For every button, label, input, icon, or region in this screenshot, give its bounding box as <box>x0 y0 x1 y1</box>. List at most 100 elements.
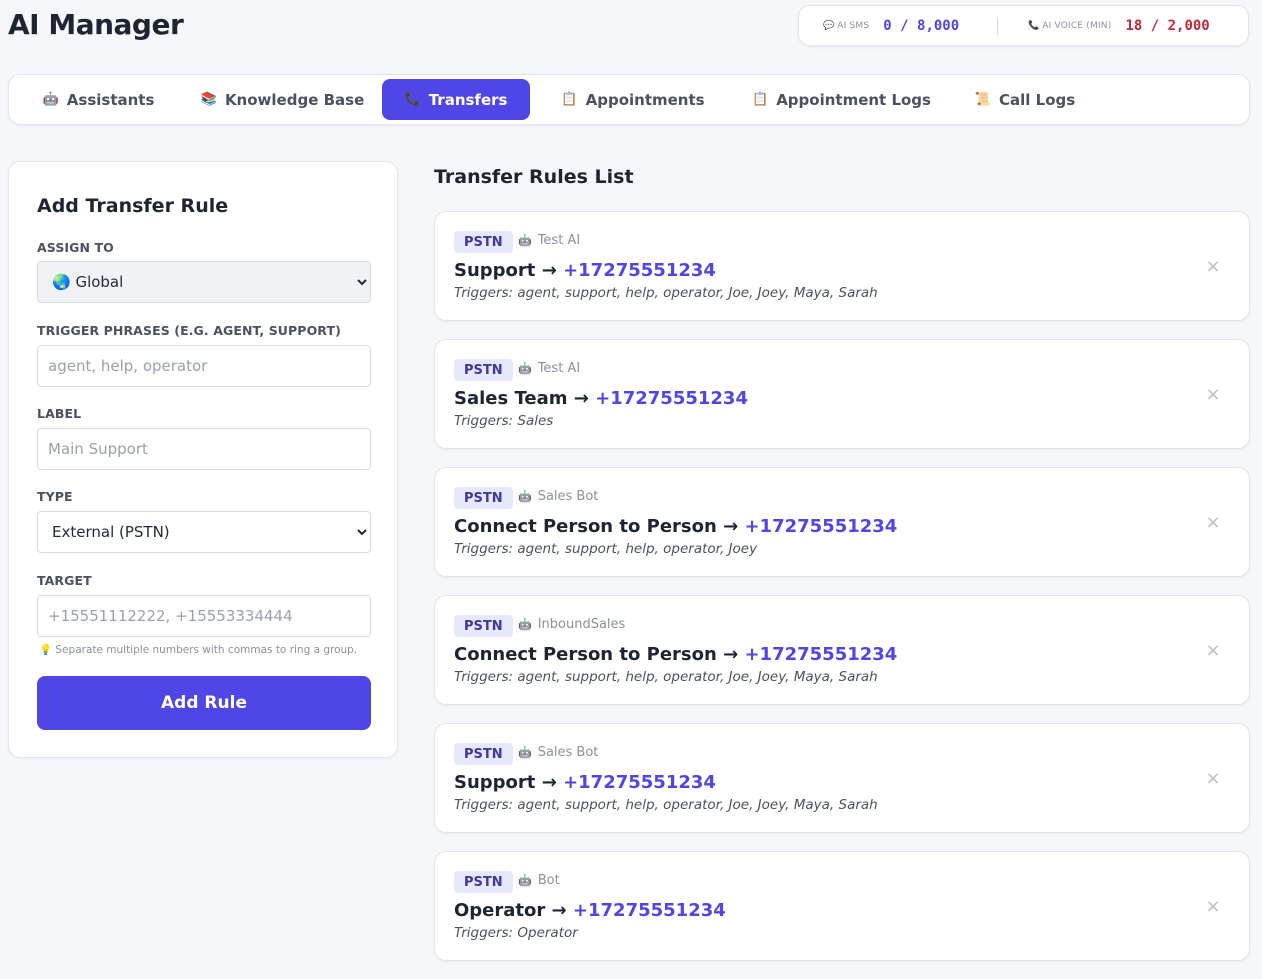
rule-type-badge: PSTN <box>454 487 513 509</box>
tab-knowledge-base[interactable]: 📚 Knowledge Base <box>192 79 373 120</box>
rule-summary: Connect Person to Person → +17275551234 <box>454 644 897 665</box>
rule-label: Sales Team <box>454 388 568 409</box>
voice-usage: 📞 AI VOICE (MIN) 18 / 2,000 <box>998 6 1210 45</box>
delete-rule-close-icon[interactable]: × <box>1205 768 1221 789</box>
rule-triggers-value: Operator <box>517 925 578 941</box>
transfer-rule-card: PSTN 🤖 Test AI Sales Team → +17275551234 Tri… <box>434 339 1250 449</box>
rule-triggers-value: agent, support, help, operator, Joe, Joe… <box>517 669 878 685</box>
robot-icon: 🤖 <box>518 746 532 759</box>
rule-triggers-value: agent, support, help, operator, Joey <box>517 541 758 557</box>
rule-assistant-name: Bot <box>537 873 560 888</box>
rule-summary: Sales Team → +17275551234 <box>454 388 748 409</box>
rule-label: Support <box>454 772 536 793</box>
phone-icon: 📞 <box>404 92 421 107</box>
rule-label: Connect Person to Person <box>454 516 717 537</box>
rule-triggers-prefix: Triggers: <box>454 541 514 557</box>
arrow-icon: → <box>541 260 557 281</box>
rule-summary: Connect Person to Person → +17275551234 <box>454 516 897 537</box>
arrow-icon: → <box>551 900 567 921</box>
rule-triggers-prefix: Triggers: <box>454 797 514 813</box>
target-input[interactable] <box>37 595 371 637</box>
rule-summary: Support → +17275551234 <box>454 260 716 281</box>
robot-icon: 🤖 <box>518 618 532 631</box>
delete-rule-close-icon[interactable]: × <box>1205 256 1221 277</box>
rule-triggers-prefix: Triggers: <box>454 669 514 685</box>
scroll-icon: 📜 <box>974 92 991 107</box>
assign-to-label: Assign To <box>37 240 114 255</box>
rule-triggers-prefix: Triggers: <box>454 413 514 429</box>
rule-triggers-value: agent, support, help, operator, Joe, Joe… <box>517 285 878 301</box>
tab-call-logs[interactable]: 📜 Call Logs <box>971 79 1079 120</box>
target-label: Target <box>37 573 92 588</box>
assign-to-select[interactable]: 🌏 Global <box>37 261 371 303</box>
transfer-rule-card: PSTN 🤖 InboundSales Connect Person to Perso… <box>434 595 1250 705</box>
type-label: Type <box>37 489 73 504</box>
rule-summary: Operator → +17275551234 <box>454 900 726 921</box>
rule-target: +17275551234 <box>563 772 716 793</box>
rule-target: +17275551234 <box>744 644 898 665</box>
transfer-rule-card: PSTN 🤖 Sales Bot Connect Person to Person →… <box>434 467 1250 577</box>
delete-rule-close-icon[interactable]: × <box>1205 384 1221 405</box>
trigger-phrases-input[interactable] <box>37 345 371 387</box>
arrow-icon: → <box>723 644 739 665</box>
rule-target: +17275551234 <box>572 900 726 921</box>
tab-label: Assistants <box>66 90 155 109</box>
rule-triggers: Triggers: agent, support, help, operator… <box>454 285 878 301</box>
sms-usage: 💬 AI SMS 0 / 8,000 <box>799 6 997 45</box>
tab-label: Call Logs <box>999 90 1076 109</box>
rule-assistant: 🤖 Test AI <box>518 233 580 248</box>
clipboard-icon: 📋 <box>561 92 578 107</box>
arrow-icon: → <box>573 388 589 409</box>
rule-assistant: 🤖 Sales Bot <box>518 489 598 504</box>
app-title: AI Manager <box>8 8 184 41</box>
transfer-rule-card: PSTN 🤖 Bot Operator → +17275551234 Triggers:… <box>434 851 1250 961</box>
rule-assistant: 🤖 Bot <box>518 873 560 888</box>
delete-rule-close-icon[interactable]: × <box>1205 640 1221 661</box>
rule-target: +17275551234 <box>744 516 898 537</box>
rule-assistant-name: InboundSales <box>537 617 626 632</box>
tab-assistants[interactable]: 🤖 Assistants <box>31 79 166 120</box>
delete-rule-close-icon[interactable]: × <box>1205 512 1221 533</box>
tab-transfers[interactable]: 📞 Transfers <box>382 79 530 120</box>
type-select[interactable]: External (PSTN) <box>37 511 371 553</box>
clipboard-icon: 📋 <box>752 92 769 107</box>
tab-appointments[interactable]: 📋 Appointments <box>555 79 711 120</box>
rule-assistant: 🤖 InboundSales <box>518 617 625 632</box>
rule-label: Support <box>454 260 536 281</box>
rule-triggers-prefix: Triggers: <box>454 925 514 941</box>
robot-icon: 🤖 <box>518 874 532 887</box>
add-rule-button[interactable]: Add Rule <box>37 676 371 730</box>
rule-summary: Support → +17275551234 <box>454 772 716 793</box>
sms-usage-label: AI SMS <box>837 20 870 31</box>
tab-bar: 🤖 Assistants 📚 Knowledge Base 📞 Transfer… <box>8 74 1250 125</box>
robot-icon: 🤖 <box>518 362 532 375</box>
rule-triggers: Triggers: agent, support, help, operator… <box>454 541 757 557</box>
rule-triggers: Triggers: Operator <box>454 925 578 941</box>
rule-type-badge: PSTN <box>454 231 513 253</box>
label-input[interactable] <box>37 428 371 470</box>
rule-type-badge: PSTN <box>454 871 513 893</box>
rule-type-badge: PSTN <box>454 359 513 381</box>
books-icon: 📚 <box>200 92 217 107</box>
target-hint: 💡 Separate multiple numbers with commas … <box>39 644 358 656</box>
rule-triggers-value: agent, support, help, operator, Joe, Joe… <box>517 797 878 813</box>
rule-triggers: Triggers: agent, support, help, operator… <box>454 797 878 813</box>
rule-assistant-name: Sales Bot <box>537 489 599 504</box>
usage-panel: 💬 AI SMS 0 / 8,000 📞 AI VOICE (MIN) 18 /… <box>798 5 1249 46</box>
voice-usage-value: 18 / 2,000 <box>1125 17 1210 34</box>
tab-label: Appointments <box>585 90 705 109</box>
rule-triggers-value: Sales <box>517 413 554 429</box>
transfer-rule-card: PSTN 🤖 Sales Bot Support → +17275551234 Trig… <box>434 723 1250 833</box>
phone-icon: 📞 <box>1028 20 1040 31</box>
delete-rule-close-icon[interactable]: × <box>1205 896 1221 917</box>
rule-triggers: Triggers: Sales <box>454 413 553 429</box>
rule-label: Operator <box>454 900 546 921</box>
robot-icon: 🤖 <box>42 92 59 107</box>
rule-assistant: 🤖 Sales Bot <box>518 745 598 760</box>
rule-type-badge: PSTN <box>454 743 513 765</box>
trigger-phrases-label: Trigger Phrases (e.g. agent, support) <box>37 323 341 338</box>
voice-usage-label: AI VOICE (MIN) <box>1042 20 1112 31</box>
tab-appointment-logs[interactable]: 📋 Appointment Logs <box>747 79 936 120</box>
rule-assistant: 🤖 Test AI <box>518 361 580 376</box>
tab-label: Transfers <box>428 90 508 109</box>
